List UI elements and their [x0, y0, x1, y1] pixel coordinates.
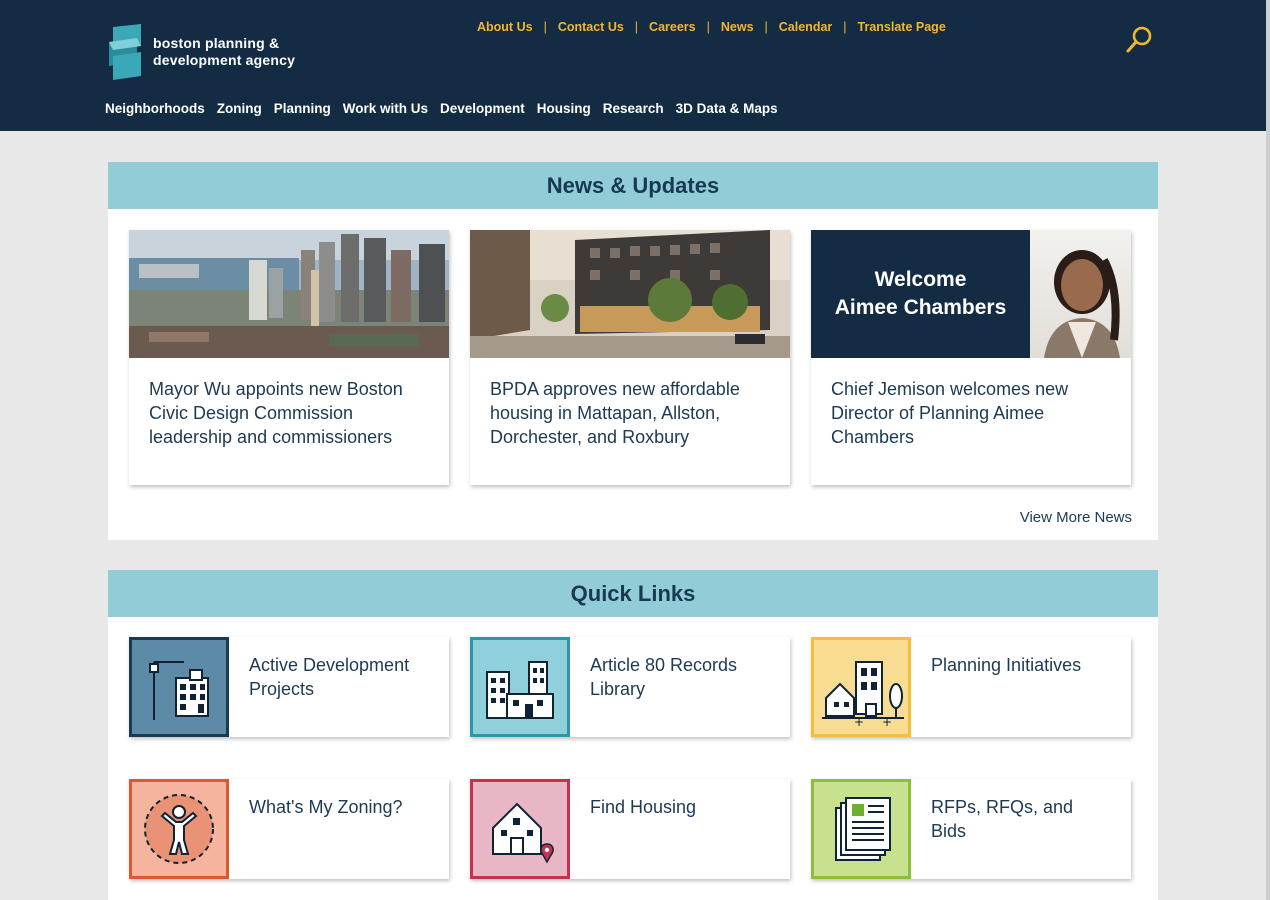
quick-links-heading: Quick Links	[108, 570, 1158, 617]
quick-link-label: RFPs, RFQs, and Bids	[931, 797, 1074, 841]
utility-news[interactable]: News	[721, 20, 754, 34]
utility-contact-us[interactable]: Contact Us	[558, 20, 624, 34]
documents-icon	[811, 779, 911, 879]
news-card-title: Chief Jemison welcomes new Director of P…	[831, 379, 1069, 447]
news-card-title: BPDA approves new affordable housing in …	[490, 379, 740, 447]
separator: |	[843, 20, 847, 34]
quick-link-rfps-rfqs-bids[interactable]: RFPs, RFQs, and Bids	[811, 779, 1131, 879]
news-card-affordable-housing[interactable]: BPDA approves new affordable housing in …	[470, 230, 790, 485]
news-card-design-commission[interactable]: Mayor Wu appoints new Boston Civic Desig…	[129, 230, 449, 485]
svg-text:+: +	[854, 715, 864, 729]
welcome-line-1: Welcome	[874, 268, 967, 291]
buildings-library-icon	[470, 637, 570, 737]
person-zone-icon	[129, 779, 229, 879]
city-buildings-icon	[129, 637, 229, 737]
news-card-aimee-chambers[interactable]: Welcome Aimee Chambers Chief Jemison wel…	[811, 230, 1131, 485]
welcome-line-2: Aimee Chambers	[834, 296, 1007, 319]
quick-link-label: Planning Initiatives	[931, 655, 1082, 675]
nav-research[interactable]: Research	[603, 101, 664, 116]
bpda-logo[interactable]: boston planning & development agency	[107, 24, 295, 80]
separator: |	[706, 20, 710, 34]
quick-links-section: Quick Links Active Development Projects	[108, 570, 1158, 900]
quick-link-label: Find Housing	[590, 797, 697, 817]
utility-translate-page[interactable]: Translate Page	[858, 20, 946, 34]
quick-link-label: Active Development Projects	[249, 655, 410, 699]
nav-planning[interactable]: Planning	[274, 101, 331, 116]
quick-link-article-80[interactable]: Article 80 Records Library	[470, 637, 790, 737]
separator: |	[764, 20, 768, 34]
logo-line-1: boston planning &	[153, 35, 280, 51]
site-header: boston planning & development agency Abo…	[0, 0, 1266, 131]
search-icon[interactable]	[1124, 25, 1154, 55]
news-section: News & Updates Mayor Wu appoints new Bos…	[108, 162, 1158, 540]
utility-about-us[interactable]: About Us	[477, 20, 533, 34]
utility-careers[interactable]: Careers	[649, 20, 696, 34]
utility-calendar[interactable]: Calendar	[779, 20, 833, 34]
neighborhood-plan-icon: + +	[811, 637, 911, 737]
news-heading: News & Updates	[108, 162, 1158, 209]
boston-skyline-image	[129, 230, 449, 358]
house-location-icon	[470, 779, 570, 879]
portrait-photo	[1030, 230, 1131, 358]
separator: |	[543, 20, 547, 34]
logo-line-2: development agency	[153, 52, 296, 68]
welcome-banner-image: Welcome Aimee Chambers	[811, 230, 1131, 358]
quick-link-whats-my-zoning[interactable]: What's My Zoning?	[129, 779, 449, 879]
nav-housing[interactable]: Housing	[537, 101, 591, 116]
view-more-news-link[interactable]: View More News	[1020, 509, 1132, 526]
logo-text: boston planning & development agency	[153, 35, 295, 69]
housing-rendering-image	[470, 230, 790, 358]
nav-zoning[interactable]: Zoning	[217, 101, 262, 116]
nav-3d-data-maps[interactable]: 3D Data & Maps	[676, 101, 778, 116]
quick-link-label: Article 80 Records Library	[590, 655, 738, 699]
nav-work-with-us[interactable]: Work with Us	[343, 101, 428, 116]
svg-text:+: +	[882, 715, 892, 729]
page-scrollbar[interactable]	[1266, 0, 1270, 900]
quick-link-planning-initiatives[interactable]: + + Planning Initiatives	[811, 637, 1131, 737]
news-card-title: Mayor Wu appoints new Boston Civic Desig…	[149, 379, 403, 447]
utility-nav: About Us | Contact Us | Careers | News |…	[477, 20, 946, 34]
separator: |	[634, 20, 639, 34]
nav-development[interactable]: Development	[440, 101, 525, 116]
quick-link-find-housing[interactable]: Find Housing	[470, 779, 790, 879]
main-nav: Neighborhoods Zoning Planning Work with …	[105, 101, 790, 116]
logo-mark-icon	[109, 24, 141, 80]
welcome-banner: Welcome Aimee Chambers	[811, 230, 1030, 358]
quick-link-active-development[interactable]: Active Development Projects	[129, 637, 449, 737]
nav-neighborhoods[interactable]: Neighborhoods	[105, 101, 205, 116]
quick-link-label: What's My Zoning?	[249, 797, 403, 817]
